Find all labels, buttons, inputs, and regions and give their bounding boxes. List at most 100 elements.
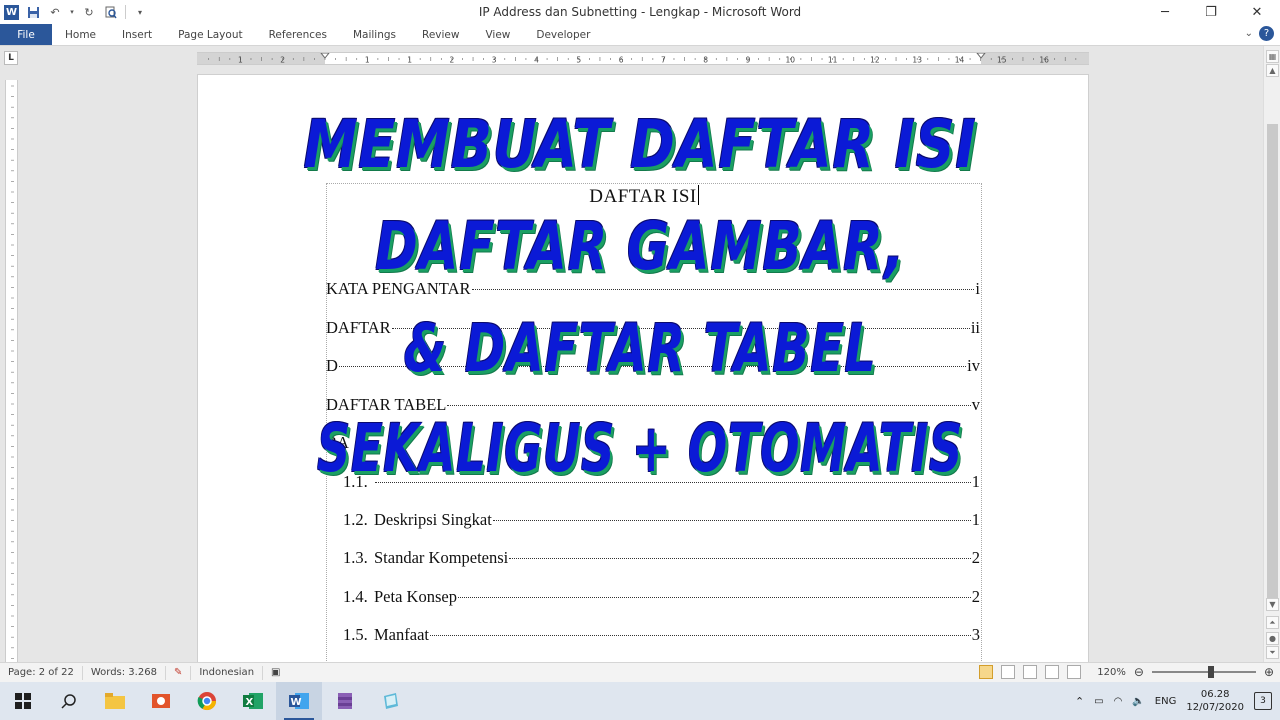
notifications-icon[interactable]: 3 (1254, 692, 1272, 710)
system-clock[interactable]: 06.28 12/07/2020 (1186, 688, 1244, 714)
toc-entry[interactable]: BA (326, 433, 980, 453)
ruler-label: 7 (661, 56, 666, 65)
language-indicator[interactable]: Indonesian (191, 665, 264, 680)
page-indicator[interactable]: Page: 2 of 22 (0, 665, 83, 680)
next-page-icon[interactable]: ⏷ (1266, 646, 1279, 659)
ruler-label: 6 (619, 56, 624, 65)
expand-ribbon-icon[interactable]: ⌄ (1245, 28, 1253, 39)
start-button[interactable] (0, 682, 46, 720)
first-line-indent-marker[interactable] (320, 53, 330, 59)
print-layout-view-button[interactable] (979, 665, 994, 679)
word-taskbar-icon[interactable]: W (276, 682, 322, 720)
toc-leader (471, 289, 975, 290)
toc-entry-text: Manfaat (374, 625, 429, 644)
toc-entry[interactable]: 1.4. Peta Konsep 2 (326, 587, 980, 607)
tab-insert[interactable]: Insert (109, 24, 165, 45)
file-explorer-icon[interactable] (92, 682, 138, 720)
proofing-icon[interactable]: ✎ (166, 665, 192, 680)
ruler-label: 12 (870, 56, 880, 65)
scroll-down-icon[interactable]: ▼ (1266, 598, 1279, 611)
title-bar: W ↶ ▾ ↻ ▾ IP Address dan Subnetting - Le… (0, 0, 1280, 24)
tab-selector[interactable]: L (4, 51, 18, 65)
search-icon[interactable] (46, 682, 92, 720)
toc-entry[interactable]: 1.2. Deskripsi Singkat 1 (326, 510, 980, 530)
toc-page-number: 2 (971, 548, 980, 567)
show-hidden-icons-icon[interactable]: ⌃ (1075, 695, 1084, 708)
help-icon[interactable]: ? (1259, 26, 1274, 41)
toc-page-number: ii (970, 318, 980, 337)
document-page[interactable]: DAFTAR ISI KATA PENGANTAR i DAFTAR ii Div … (197, 74, 1089, 674)
scroll-up-icon[interactable]: ▲ (1266, 64, 1279, 77)
tab-developer[interactable]: Developer (523, 24, 603, 45)
redo-icon[interactable]: ↻ (81, 4, 97, 20)
zoom-slider-thumb[interactable] (1207, 666, 1214, 678)
toc-entry[interactable]: 1.5. Manfaat 3 (326, 625, 980, 645)
winrar-icon[interactable] (322, 682, 368, 720)
office-icon[interactable] (138, 682, 184, 720)
toc-entry-text: Deskripsi Singkat (374, 510, 492, 529)
toc-entry-text: DAFTAR (326, 318, 391, 337)
app-icon[interactable] (368, 682, 414, 720)
full-screen-reading-view-button[interactable] (1001, 665, 1016, 679)
zoom-in-icon[interactable]: ⊕ (1264, 665, 1274, 679)
toc-leader (338, 366, 967, 367)
web-layout-view-button[interactable] (1023, 665, 1038, 679)
ruler-label: 11 (828, 56, 838, 65)
horizontal-ruler[interactable]: 1 2 1 1 2 3 4 5 6 7 8 9 10 11 12 13 14 15 16 (197, 52, 1089, 65)
vertical-ruler-ticks (11, 85, 14, 659)
right-indent-marker[interactable] (976, 53, 986, 59)
window-controls: ─ ❐ ✕ (1142, 0, 1280, 24)
ruler-label: 1 (365, 56, 370, 65)
tab-review[interactable]: Review (409, 24, 472, 45)
toc-entry-number: 1.5. (343, 625, 368, 644)
language-indicator-tray[interactable]: ENG (1155, 696, 1177, 707)
zoom-level[interactable]: 120% (1097, 667, 1126, 678)
toc-entry-text: D (326, 356, 338, 375)
word-count[interactable]: Words: 3.268 (83, 665, 166, 680)
word-app-icon[interactable]: W (4, 4, 19, 20)
chrome-icon[interactable] (184, 682, 230, 720)
undo-dropdown-icon[interactable]: ▾ (69, 4, 75, 20)
zoom-out-icon[interactable]: ⊖ (1134, 665, 1144, 679)
minimize-button[interactable]: ─ (1142, 0, 1188, 24)
wifi-icon[interactable]: ◠ (1114, 696, 1123, 707)
tab-home[interactable]: Home (52, 24, 109, 45)
toc-heading: DAFTAR ISI (198, 185, 1088, 208)
toc-entry-number: 1.1. (343, 472, 368, 491)
toc-page-number: 1 (971, 510, 980, 529)
toc-entry[interactable]: KATA PENGANTAR i (326, 279, 980, 299)
tab-mailings[interactable]: Mailings (340, 24, 409, 45)
vertical-scrollbar[interactable]: ▦ ▲ ▼ ⏶ ● ⏷ (1263, 46, 1280, 662)
scrollbar-thumb[interactable] (1267, 124, 1278, 604)
draft-view-button[interactable] (1067, 665, 1082, 679)
vertical-ruler[interactable] (5, 80, 18, 662)
save-icon[interactable] (25, 4, 41, 20)
outline-view-button[interactable] (1045, 665, 1060, 679)
notification-count: 3 (1260, 696, 1266, 706)
zoom-slider[interactable] (1151, 666, 1256, 678)
battery-icon[interactable]: ▭ (1094, 696, 1103, 707)
system-tray: ⌃ ▭ ◠ 🔈 ENG 06.28 12/07/2020 3 (1075, 682, 1280, 720)
excel-icon[interactable]: X (230, 682, 276, 720)
restore-button[interactable]: ❐ (1188, 0, 1234, 24)
tab-page-layout[interactable]: Page Layout (165, 24, 255, 45)
macro-recording-icon[interactable]: ▣ (263, 666, 288, 680)
select-browse-object-icon[interactable]: ● (1266, 632, 1279, 645)
previous-page-icon[interactable]: ⏶ (1266, 616, 1279, 629)
volume-icon[interactable]: 🔈 (1132, 696, 1144, 707)
toc-entry[interactable]: 1.3. Standar Kompetensi 2 (326, 548, 980, 568)
toc-entry[interactable]: DAFTAR TABEL v (326, 395, 980, 415)
toc-entry[interactable]: 1.1. 1 (326, 472, 980, 492)
ruler-label: 14 (955, 56, 965, 65)
customize-qat-icon[interactable]: ▾ (132, 4, 148, 20)
tab-references[interactable]: References (256, 24, 340, 45)
close-button[interactable]: ✕ (1234, 0, 1280, 24)
print-preview-icon[interactable] (103, 4, 119, 20)
tab-file[interactable]: File (0, 24, 52, 45)
toc-entry[interactable]: DAFTAR ii (326, 318, 980, 338)
ruler-toggle-icon[interactable]: ▦ (1266, 50, 1279, 63)
ruler-label: 5 (576, 56, 581, 65)
toc-entry[interactable]: Div (326, 356, 980, 376)
tab-view[interactable]: View (472, 24, 523, 45)
undo-icon[interactable]: ↶ (47, 4, 63, 20)
